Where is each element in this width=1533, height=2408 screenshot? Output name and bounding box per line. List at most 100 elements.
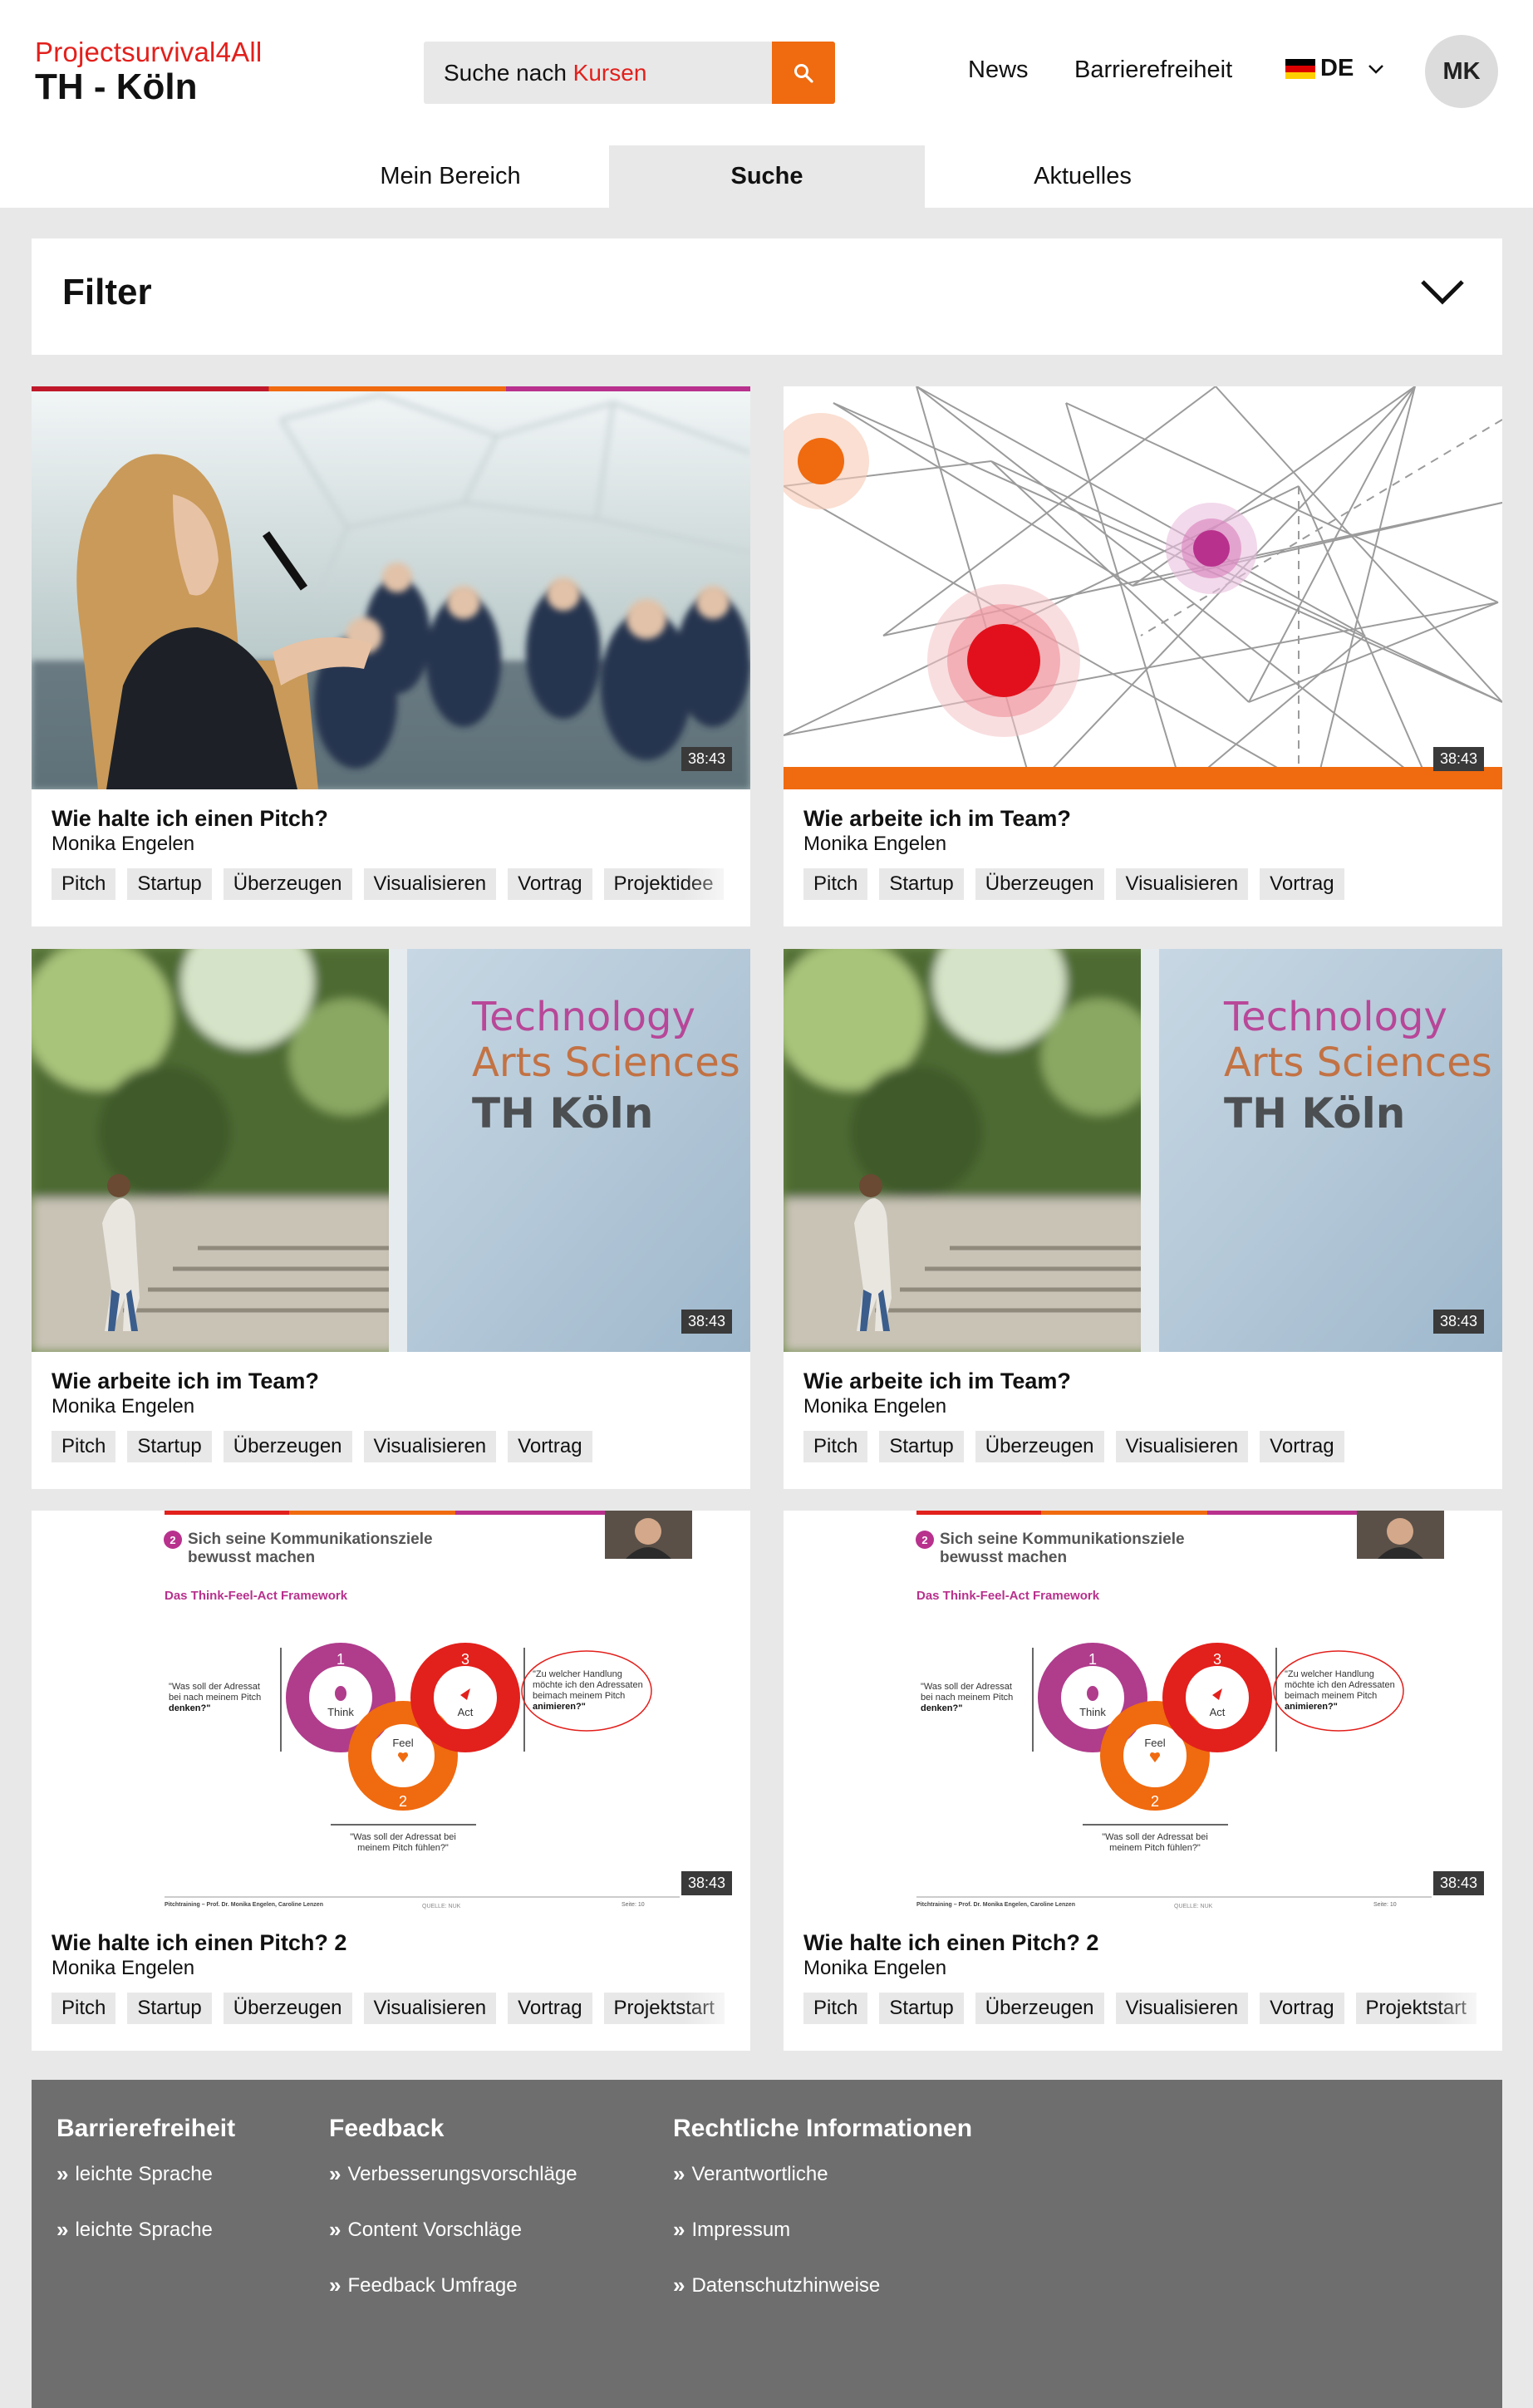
tag[interactable]: Überzeugen	[975, 1431, 1104, 1462]
footer-link[interactable]: » Content Vorschläge	[329, 2217, 577, 2243]
filter-title: Filter	[62, 272, 152, 312]
nav-accessibility[interactable]: Barrierefreiheit	[1074, 57, 1232, 84]
tag[interactable]: Vortrag	[508, 1431, 592, 1462]
footer-link[interactable]: » Datenschutzhinweise	[673, 2273, 972, 2298]
course-author: Monika Engelen	[52, 1957, 195, 1979]
course-title[interactable]: Wie arbeite ich im Team?	[803, 806, 1071, 832]
svg-text:Act: Act	[1210, 1706, 1226, 1718]
tab-mein-bereich[interactable]: Mein Bereich	[292, 145, 608, 208]
svg-text:"Was soll der Adressat bei: "Was soll der Adressat bei	[350, 1832, 456, 1842]
tag[interactable]: Vortrag	[508, 1993, 592, 2024]
tag[interactable]: Vortrag	[1260, 868, 1344, 900]
course-thumbnail[interactable]: 2 Sich seine Kommunikationsziele bewusst…	[32, 1511, 750, 1914]
course-thumbnail[interactable]: 38:43	[32, 386, 750, 789]
tag[interactable]: Pitch	[803, 1431, 868, 1462]
tag[interactable]: Visualisieren	[363, 1993, 497, 2024]
svg-text:animieren?": animieren?"	[1285, 1702, 1338, 1712]
svg-text:bei nach meinem Pitch: bei nach meinem Pitch	[169, 1693, 261, 1703]
tag[interactable]: Überzeugen	[975, 868, 1104, 900]
tag[interactable]: Startup	[879, 1431, 964, 1462]
tag-list: Pitch Startup Überzeugen Visualisieren Vortr…	[803, 1993, 1476, 2024]
search-input[interactable]: Suche nach Kursen	[424, 42, 835, 104]
chevron-down-icon	[1368, 64, 1384, 74]
tag[interactable]: Startup	[127, 868, 212, 900]
course-title[interactable]: Wie arbeite ich im Team?	[52, 1369, 319, 1394]
tag[interactable]: Überzeugen	[223, 868, 352, 900]
course-title[interactable]: Wie arbeite ich im Team?	[803, 1369, 1071, 1394]
tag[interactable]: Startup	[879, 1993, 964, 2024]
svg-text:Think: Think	[1079, 1706, 1106, 1718]
course-card[interactable]: Technology Arts Sciences TH Köln 38:43 Wi…	[784, 949, 1502, 1489]
tag[interactable]: Startup	[127, 1993, 212, 2024]
tag[interactable]: Visualisieren	[1115, 1431, 1249, 1462]
course-card[interactable]: Technology Arts Sciences TH Köln 38:43 Wi…	[32, 949, 750, 1489]
tag[interactable]: Startup	[127, 1431, 212, 1462]
tag[interactable]: Pitch	[803, 1993, 868, 2024]
footer-link[interactable]: » Feedback Umfrage	[329, 2273, 577, 2298]
tag[interactable]: Überzeugen	[223, 1993, 352, 2024]
svg-text:Sich seine Kommunikationsziele: Sich seine Kommunikationsziele	[188, 1531, 433, 1548]
search-button[interactable]	[772, 42, 835, 104]
svg-text:"Zu welcher Handlung: "Zu welcher Handlung	[533, 1669, 622, 1679]
tab-suche[interactable]: Suche	[609, 145, 925, 208]
tag[interactable]: Pitch	[52, 1431, 116, 1462]
duration-badge: 38:43	[1432, 1871, 1484, 1895]
course-card[interactable]: 2 Sich seine Kommunikationsziele bewusst…	[32, 1511, 750, 2051]
search-placeholder: Suche nach Kursen	[444, 59, 647, 86]
svg-text:"Was soll der Adressat: "Was soll der Adressat	[921, 1682, 1012, 1692]
double-chevron-icon: »	[57, 2161, 69, 2186]
footer-link[interactable]: » Verbesserungsvorschläge	[329, 2161, 577, 2187]
language-selector[interactable]: DE	[1285, 55, 1385, 82]
double-chevron-icon: »	[673, 2273, 685, 2297]
avatar[interactable]: MK	[1425, 35, 1498, 108]
chevron-down-icon[interactable]	[1419, 278, 1466, 307]
duration-badge: 38:43	[1432, 747, 1484, 771]
tag[interactable]: Vortrag	[508, 868, 592, 900]
tag[interactable]: Überzeugen	[223, 1431, 352, 1462]
tag[interactable]: Visualisieren	[1115, 868, 1249, 900]
course-thumbnail[interactable]: Technology Arts Sciences TH Köln 38:43	[32, 949, 750, 1352]
double-chevron-icon: »	[329, 2217, 341, 2242]
course-thumbnail[interactable]: 2 Sich seine Kommunikationsziele bewusst…	[784, 1511, 1502, 1914]
course-author: Monika Engelen	[803, 833, 947, 855]
svg-text:Think: Think	[327, 1706, 354, 1718]
footer-link[interactable]: » Verantwortliche	[673, 2161, 972, 2187]
filter-panel[interactable]: Filter	[32, 238, 1502, 355]
course-thumbnail[interactable]: 38:43	[784, 386, 1502, 789]
tag-list: Pitch Startup Überzeugen Visualisieren Vortr…	[803, 868, 1344, 900]
course-title[interactable]: Wie halte ich einen Pitch? 2	[803, 1930, 1098, 1956]
tag[interactable]: Überzeugen	[975, 1993, 1104, 2024]
svg-text:"Was soll der Adressat bei: "Was soll der Adressat bei	[1102, 1832, 1208, 1842]
nav-news[interactable]: News	[968, 57, 1029, 84]
course-card[interactable]: 38:43 Wie halte ich einen Pitch? Monika En…	[32, 386, 750, 926]
thumb-text-line3: TH Köln	[472, 1089, 653, 1138]
course-author: Monika Engelen	[52, 1395, 195, 1418]
tag[interactable]: Startup	[879, 868, 964, 900]
svg-text:möchte ich den Adressaten: möchte ich den Adressaten	[533, 1680, 643, 1690]
course-title[interactable]: Wie halte ich einen Pitch? 2	[52, 1930, 346, 1956]
course-title[interactable]: Wie halte ich einen Pitch?	[52, 806, 328, 832]
footer-link[interactable]: » leichte Sprache	[57, 2217, 235, 2243]
course-card[interactable]: 38:43 Wie arbeite ich im Team? Monika Enge…	[784, 386, 1502, 926]
logo[interactable]: Projectsurvival4All TH - Köln	[35, 37, 262, 108]
footer-col-legal: Rechtliche Informationen » Verantwortlich…	[673, 2115, 972, 2328]
tag[interactable]: Visualisieren	[363, 868, 497, 900]
course-thumbnail[interactable]: Technology Arts Sciences TH Köln 38:43	[784, 949, 1502, 1352]
language-label: DE	[1320, 55, 1354, 81]
tag[interactable]: Visualisieren	[363, 1431, 497, 1462]
tag[interactable]: Pitch	[52, 1993, 116, 2024]
thumb-text-line1: Technology	[471, 994, 695, 1040]
svg-text:bewusst machen: bewusst machen	[940, 1549, 1067, 1566]
tag[interactable]: Vortrag	[1260, 1431, 1344, 1462]
tab-aktuelles[interactable]: Aktuelles	[925, 145, 1241, 208]
tag[interactable]: Vortrag	[1260, 1993, 1344, 2024]
duration-badge: 38:43	[681, 1310, 732, 1334]
tag[interactable]: Pitch	[803, 868, 868, 900]
footer-link[interactable]: » leichte Sprache	[57, 2161, 235, 2187]
double-chevron-icon: »	[57, 2217, 69, 2242]
tag[interactable]: Pitch	[52, 868, 116, 900]
tag[interactable]: Visualisieren	[1115, 1993, 1249, 2024]
duration-badge: 38:43	[681, 747, 732, 771]
course-card[interactable]: 2 Sich seine Kommunikationsziele bewusst…	[784, 1511, 1502, 2051]
footer-link[interactable]: » Impressum	[673, 2217, 972, 2243]
